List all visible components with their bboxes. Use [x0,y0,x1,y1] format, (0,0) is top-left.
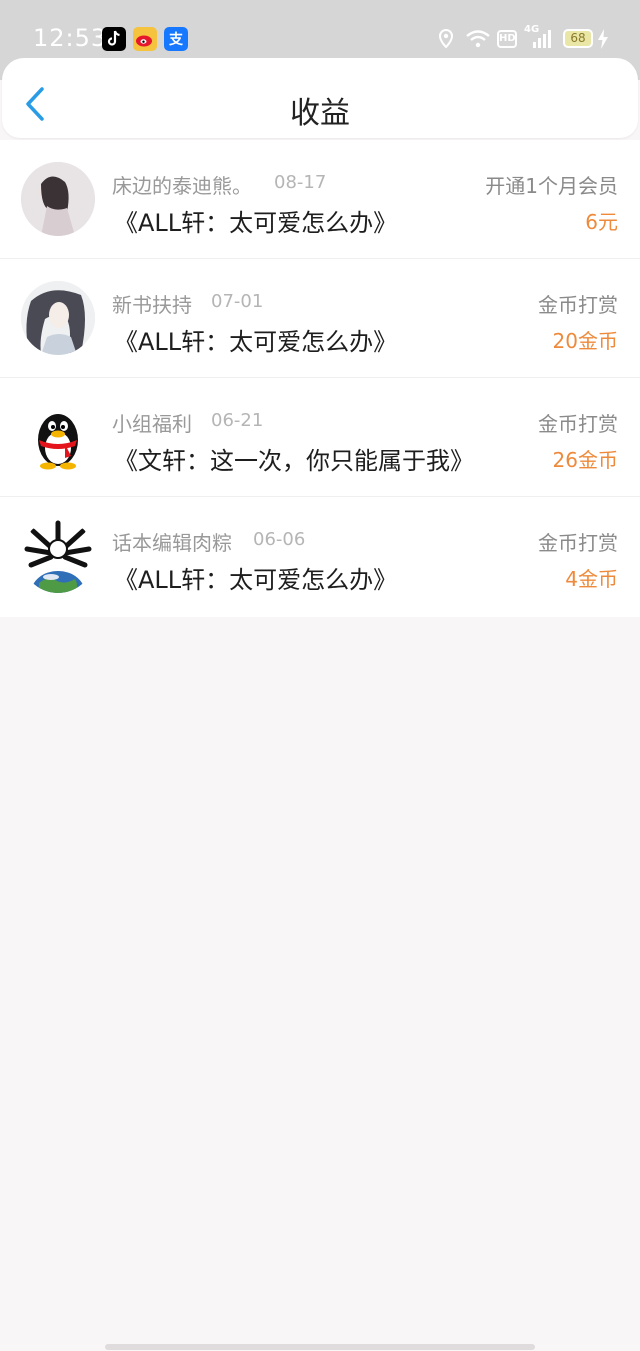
earning-type: 开通1个月会员 [485,174,618,198]
list-item[interactable]: 床边的泰迪熊。 08-17 《ALL轩：太可爱怎么办》 开通1个月会员 6元 [0,140,640,259]
earning-amount: 20金币 [552,329,618,353]
earning-amount: 6元 [585,210,618,234]
sender-name: 小组福利 [112,412,192,436]
wifi-icon [465,28,491,50]
sender-name: 床边的泰迪熊。 [112,174,252,198]
earning-date: 08-17 [274,172,327,193]
hd-icon: HD [497,30,517,48]
earning-type: 金币打赏 [538,293,618,317]
qq-penguin-icon [21,400,95,474]
home-indicator[interactable] [105,1344,535,1350]
earnings-list: 床边的泰迪熊。 08-17 《ALL轩：太可爱怎么办》 开通1个月会员 6元 新… [0,140,640,617]
earning-date: 06-06 [253,529,306,550]
charging-icon [597,28,609,50]
battery-icon: 68 [563,29,593,48]
alipay-icon: 支 [164,27,188,51]
tiktok-icon [102,27,126,51]
earning-date: 06-21 [211,410,264,431]
app-header: 收益 [2,58,638,138]
page-title: 收益 [290,96,350,131]
list-item[interactable]: 新书扶持 07-01 《ALL轩：太可爱怎么办》 金币打赏 20金币 [0,259,640,378]
earning-amount: 4金币 [565,567,618,591]
earning-amount: 26金币 [552,448,618,472]
avatar [21,519,95,593]
list-item[interactable]: 话本编辑肉粽 06-06 《ALL轩：太可爱怎么办》 金币打赏 4金币 [0,497,640,617]
sender-name: 话本编辑肉粽 [112,531,232,555]
weibo-icon [133,27,157,51]
book-title: 《ALL轩：太可爱怎么办》 [114,328,398,356]
avatar [21,400,95,474]
earning-type: 金币打赏 [538,412,618,436]
location-icon [437,28,455,50]
avatar [21,281,95,355]
book-title: 《文轩：这一次，你只能属于我》 [114,447,474,475]
book-title: 《ALL轩：太可爱怎么办》 [114,209,398,237]
list-item[interactable]: 小组福利 06-21 《文轩：这一次，你只能属于我》 金币打赏 26金币 [0,378,640,497]
sender-name: 新书扶持 [112,293,192,317]
book-title: 《ALL轩：太可爱怎么办》 [114,566,398,594]
earning-date: 07-01 [211,291,264,312]
status-time: 12:53 [33,24,108,52]
avatar [21,162,95,236]
earning-type: 金币打赏 [538,531,618,555]
